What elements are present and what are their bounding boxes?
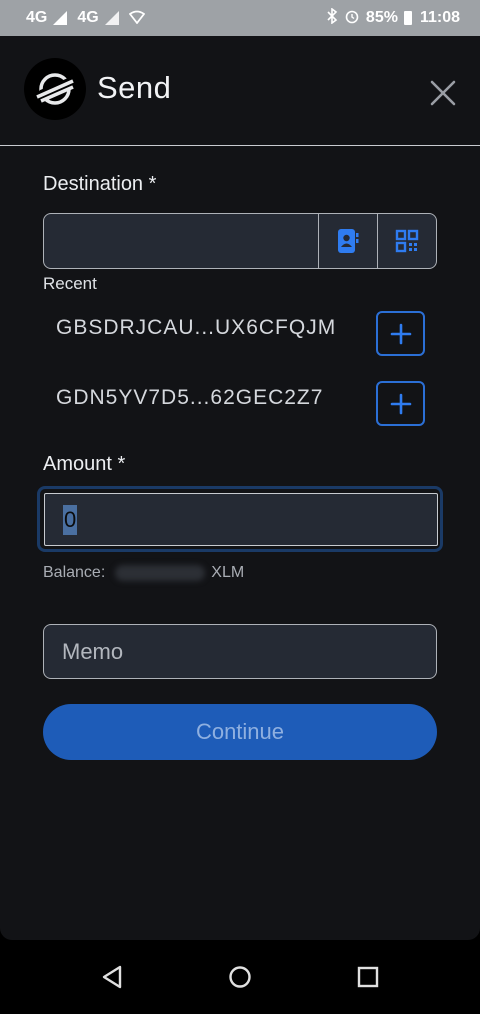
home-circle-icon	[229, 966, 251, 988]
balance-row: Balance: XLM	[43, 564, 244, 582]
balance-label: Balance:	[43, 564, 106, 581]
clock: 11:08	[419, 9, 460, 26]
bluetooth-icon	[326, 6, 338, 29]
add-recent-button[interactable]	[376, 311, 425, 356]
amount-value: 0	[63, 504, 78, 535]
recents-button[interactable]	[348, 957, 388, 997]
memo-input[interactable]: Memo	[43, 624, 437, 679]
status-right: 85% 11:08	[326, 6, 460, 29]
recent-address[interactable]: GBSDRJCAU...UX6CFQJM	[56, 316, 336, 340]
destination-input[interactable]	[44, 214, 318, 268]
balance-unit: XLM	[211, 564, 245, 581]
modal-header: Send	[0, 36, 480, 146]
wifi-icon	[128, 10, 145, 27]
signal-icon	[53, 11, 68, 25]
balance-value-hidden	[115, 565, 206, 581]
scan-qr-button[interactable]	[377, 214, 436, 268]
destination-label: Destination *	[43, 173, 157, 195]
battery-icon	[403, 11, 412, 25]
contact-book-icon	[338, 229, 359, 253]
network-label-1: 4G	[26, 9, 48, 26]
contacts-button[interactable]	[318, 214, 377, 268]
recent-label: Recent	[43, 274, 97, 293]
send-modal: Send Destination * Recent GBSDRJCAU...UX…	[0, 36, 480, 940]
recent-address[interactable]: GDN5YV7D5...62GEC2Z7	[56, 386, 323, 410]
amount-focus-ring: 0	[37, 486, 443, 552]
page-title: Send	[97, 70, 172, 105]
close-icon	[430, 80, 456, 106]
network-label-2: 4G	[77, 9, 99, 26]
status-bar: 4G 4G 85% 11:08	[0, 0, 480, 36]
continue-button[interactable]: Continue	[43, 704, 437, 760]
status-left: 4G 4G	[26, 9, 145, 27]
alarm-icon	[344, 8, 360, 29]
system-nav-bar	[0, 940, 480, 1014]
continue-label: Continue	[195, 719, 285, 744]
memo-placeholder: Memo	[62, 638, 124, 664]
back-triangle-icon	[102, 965, 122, 989]
home-button[interactable]	[220, 957, 260, 997]
amount-label: Amount *	[43, 453, 126, 475]
plus-icon	[390, 393, 411, 414]
plus-icon	[390, 323, 411, 344]
amount-input[interactable]: 0	[44, 493, 438, 546]
qr-code-icon	[395, 229, 419, 253]
back-button[interactable]	[92, 957, 132, 997]
signal-icon	[104, 11, 119, 25]
recents-square-icon	[357, 966, 379, 988]
add-recent-button[interactable]	[376, 381, 425, 426]
battery-percent: 85%	[365, 9, 398, 26]
close-button[interactable]	[424, 74, 462, 112]
destination-field	[43, 213, 437, 269]
stellar-logo-icon	[24, 58, 86, 120]
